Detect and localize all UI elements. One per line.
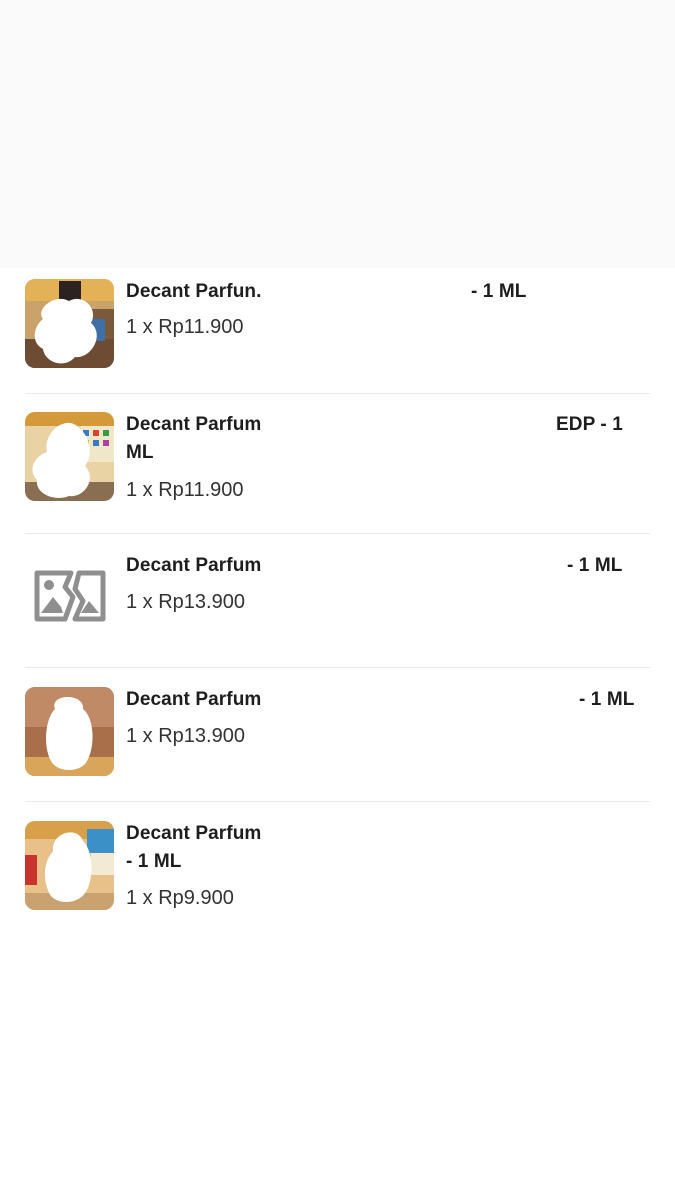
- product-title-end: - 1 ML: [579, 689, 635, 710]
- list-divider: [25, 393, 650, 394]
- product-title-end: EDP - 1: [556, 414, 623, 435]
- product-title: Decant Parfum - 1 ML: [126, 686, 636, 714]
- product-title: Decant Parfum EDP - 1 ML: [126, 411, 636, 467]
- product-thumbnail[interactable]: [25, 687, 114, 776]
- product-title-start: Decant Parfum: [126, 414, 262, 435]
- quantity-price: 1 x Rp11.900: [126, 479, 244, 501]
- quantity-price: 1 x Rp13.900: [126, 725, 245, 747]
- product-title-start: Decant Parfum: [126, 555, 262, 576]
- product-title: Decant Parfum - 1 ML: [126, 820, 636, 876]
- product-title-line2: ML: [126, 442, 154, 463]
- broken-image-icon[interactable]: [25, 553, 114, 642]
- product-title: Decant Parfun. - 1 ML: [126, 278, 636, 306]
- product-title-start: Decant Parfum: [126, 823, 262, 844]
- product-thumbnail[interactable]: [25, 279, 114, 368]
- product-title-start: Decant Parfun.: [126, 281, 262, 302]
- quantity-price: 1 x Rp13.900: [126, 591, 245, 613]
- header-blank-area: [0, 0, 675, 268]
- list-divider: [25, 533, 650, 534]
- product-thumbnail[interactable]: [25, 412, 114, 501]
- product-title-end: - 1 ML: [471, 281, 527, 302]
- list-divider: [25, 801, 650, 802]
- product-thumbnail[interactable]: [25, 821, 114, 910]
- order-items-page: Decant Parfun. - 1 ML 1 x Rp11.900 Decan…: [0, 0, 675, 1200]
- list-divider: [25, 667, 650, 668]
- quantity-price: 1 x Rp9.900: [126, 887, 234, 909]
- product-title: Decant Parfum - 1 ML: [126, 552, 636, 580]
- product-title-end: - 1 ML: [567, 555, 623, 576]
- product-title-line2: - 1 ML: [126, 851, 182, 872]
- product-title-start: Decant Parfum: [126, 689, 262, 710]
- quantity-price: 1 x Rp11.900: [126, 316, 244, 338]
